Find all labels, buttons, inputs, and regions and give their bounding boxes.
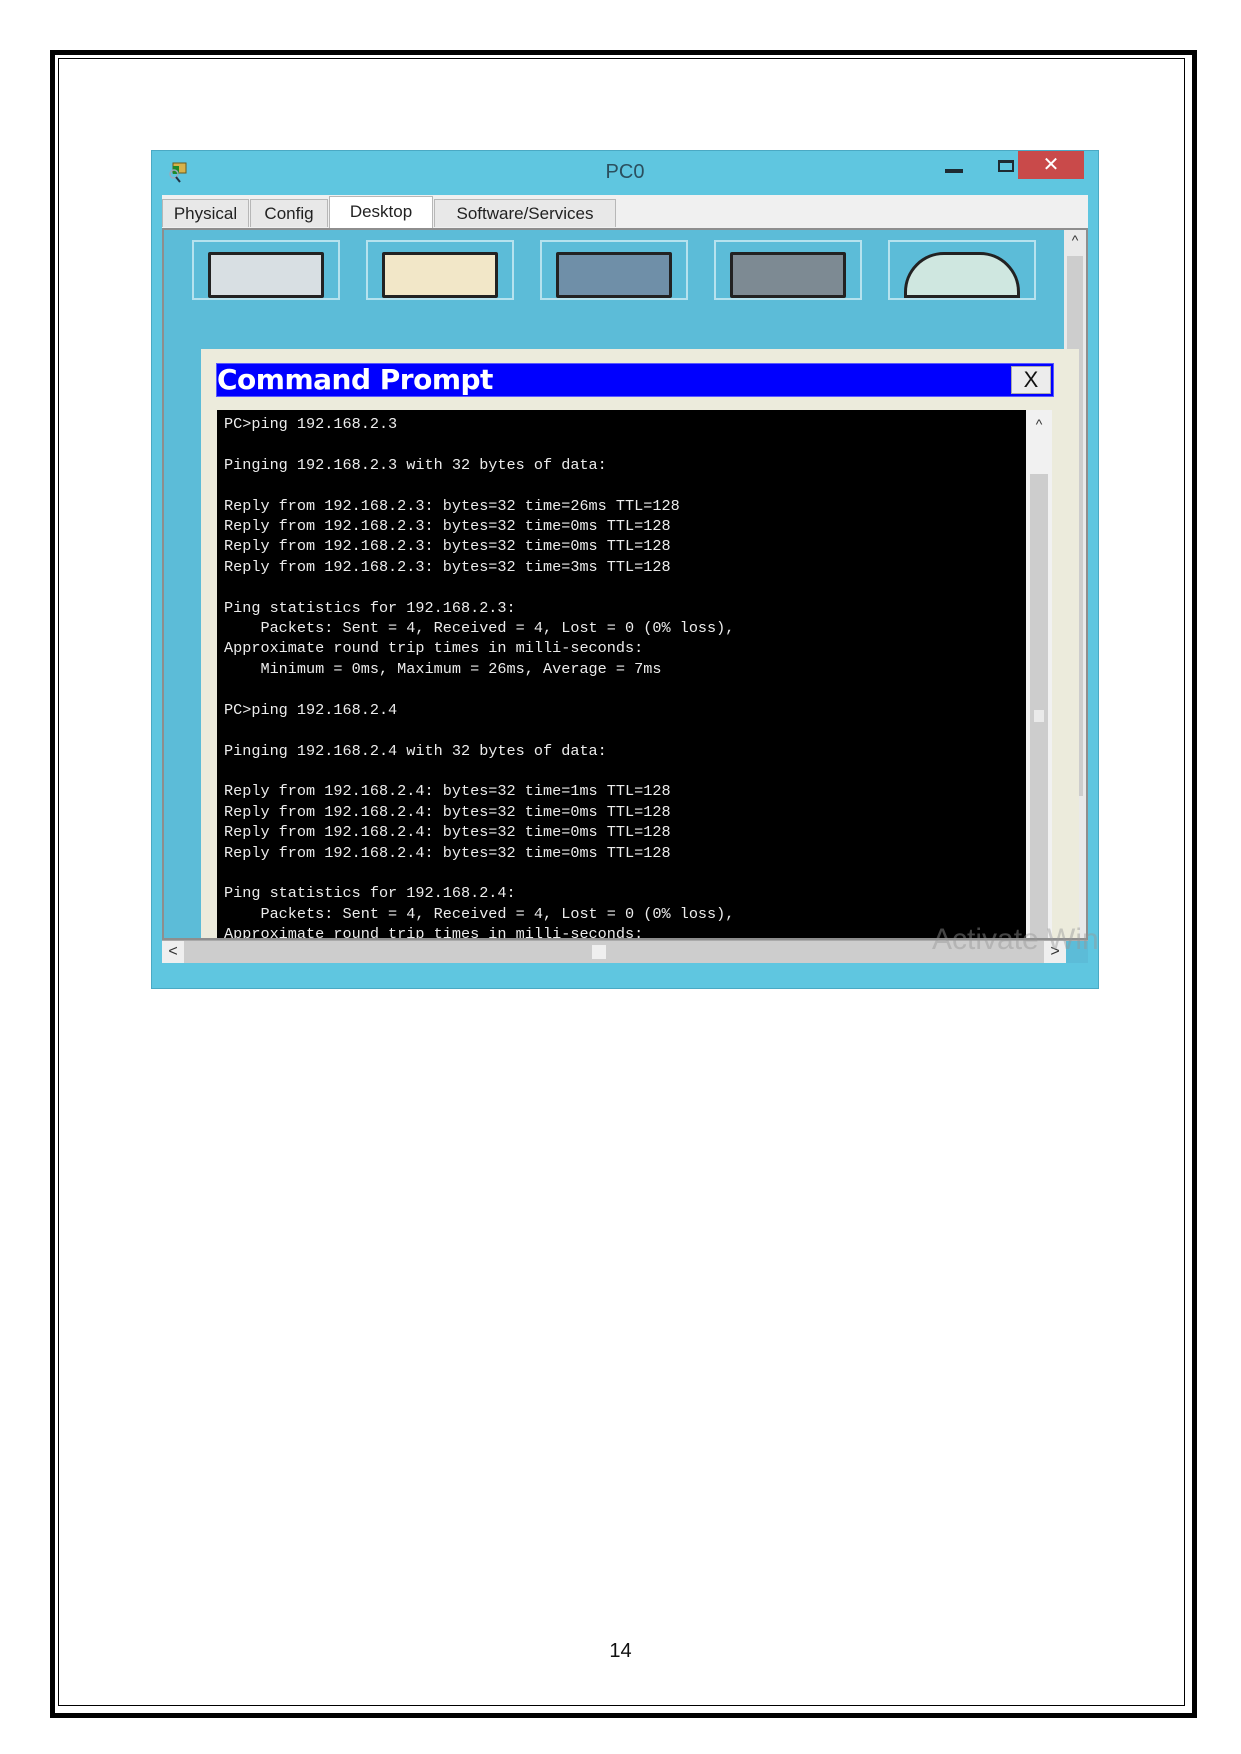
maximize-icon[interactable]: [998, 160, 1014, 172]
app-icon: [904, 252, 1020, 298]
desktop-app-tile[interactable]: [540, 240, 688, 300]
tab-bar: Physical Config Desktop Software/Service…: [162, 195, 1088, 228]
terminal-scrollbar[interactable]: ^ v: [1026, 410, 1052, 938]
app-icon: [730, 252, 846, 298]
desktop-app-tile[interactable]: [888, 240, 1036, 300]
scroll-up-icon[interactable]: ^: [1026, 416, 1052, 432]
app-icon: [382, 252, 498, 298]
tab-desktop[interactable]: Desktop: [329, 196, 433, 228]
pc0-window: PC0 ✕ Physical Config Desktop Software/S…: [151, 150, 1099, 989]
command-prompt-title: Command Prompt: [217, 363, 493, 396]
command-prompt-window: Command Prompt X PC>ping 192.168.2.3 Pin…: [201, 349, 1079, 940]
close-window-button[interactable]: ✕: [1018, 151, 1084, 179]
page-number: 14: [609, 1640, 632, 1662]
desktop-app-tile[interactable]: [366, 240, 514, 300]
tab-software-services[interactable]: Software/Services: [434, 199, 616, 227]
scroll-thumb[interactable]: [1030, 474, 1048, 938]
scroll-thumb[interactable]: [592, 945, 606, 959]
terminal-text: PC>ping 192.168.2.3 Pinging 192.168.2.3 …: [224, 415, 735, 940]
app-icon: [556, 252, 672, 298]
desktop-app-tile[interactable]: [192, 240, 340, 300]
command-prompt-titlebar[interactable]: Command Prompt X: [216, 363, 1054, 397]
app-icon: [208, 252, 324, 298]
tab-physical[interactable]: Physical: [162, 199, 249, 227]
desktop-app-tile[interactable]: [714, 240, 862, 300]
scroll-left-icon[interactable]: <: [162, 941, 184, 963]
scroll-grip: [1034, 710, 1044, 722]
tab-config[interactable]: Config: [250, 199, 328, 227]
terminal-output[interactable]: PC>ping 192.168.2.3 Pinging 192.168.2.3 …: [217, 410, 1026, 940]
scroll-up-icon[interactable]: ^: [1064, 232, 1086, 248]
activate-windows-watermark: Activate Win: [932, 923, 1099, 956]
close-command-prompt-button[interactable]: X: [1011, 366, 1051, 394]
window-titlebar[interactable]: PC0 ✕: [152, 151, 1098, 195]
desktop-area: ^ v Command Prompt X PC>ping 192.168.2.3…: [162, 228, 1088, 940]
minimize-icon[interactable]: [945, 169, 963, 173]
